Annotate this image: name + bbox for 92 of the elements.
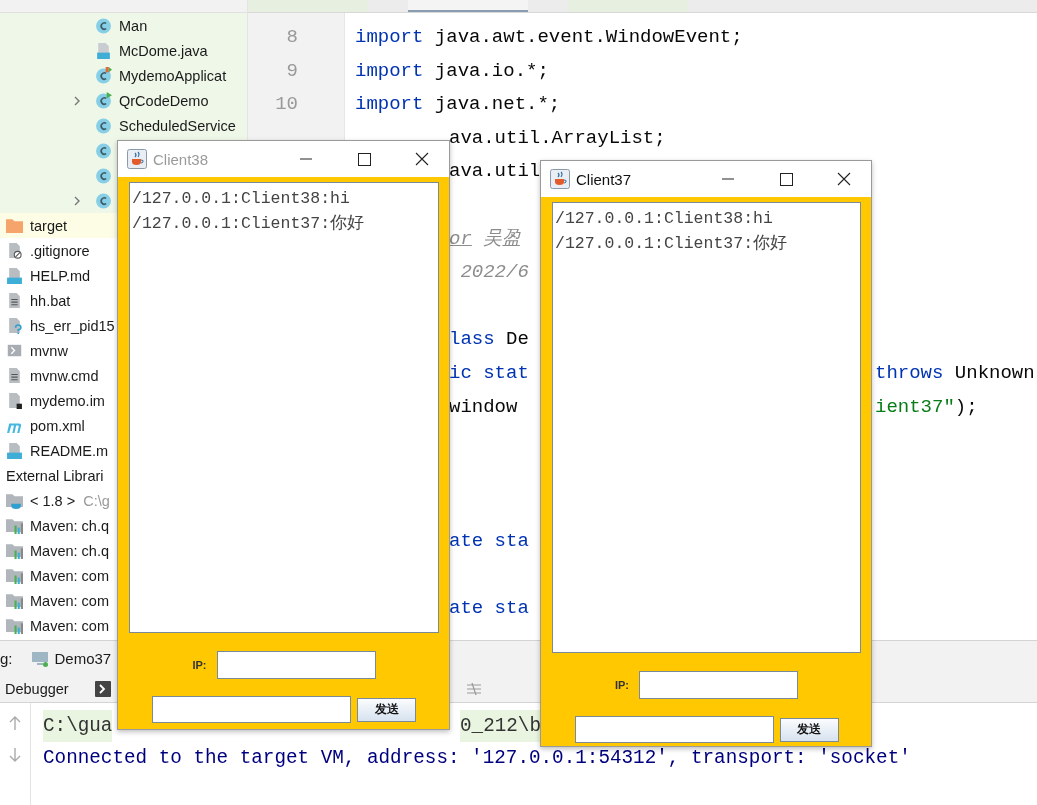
message-line: /127.0.0.1:Client37:你好 — [132, 213, 366, 235]
code-line: ic stat — [449, 360, 529, 386]
settings-lines-icon[interactable] — [465, 681, 482, 697]
library-icon — [6, 517, 23, 534]
editor-tab[interactable] — [408, 0, 528, 12]
code-line: import java.awt.event.WindowEvent; — [355, 25, 743, 50]
text-file-icon — [6, 292, 23, 309]
tool-tab[interactable]: Debugger — [0, 681, 69, 697]
coffee-cup-icon — [550, 169, 570, 189]
code-line: ate sta — [449, 596, 529, 622]
code-line: ava.util — [449, 159, 541, 185]
code-line: 2022/6 — [459, 260, 529, 286]
tree-item[interactable]: Maven: com — [0, 613, 112, 638]
iml-file-icon — [6, 392, 23, 409]
library-icon — [6, 617, 23, 634]
folder-icon — [6, 217, 23, 234]
library-icon — [6, 592, 23, 609]
down-arrow-icon[interactable] — [9, 747, 21, 763]
tree-item[interactable]: MydemoApplicat — [0, 63, 230, 88]
class-icon — [95, 67, 112, 84]
tree-item[interactable]: McDome.java — [0, 38, 211, 63]
window-title: Client37 — [576, 170, 632, 188]
code-line: ate sta — [449, 528, 529, 554]
ip-field[interactable] — [639, 671, 799, 699]
text-file-icon — [6, 367, 23, 384]
chevron-icon[interactable] — [72, 195, 82, 206]
code-line: import java.io.*; — [355, 58, 549, 84]
tree-item[interactable]: hs_err_pid15 — [0, 313, 118, 338]
ignore-file-icon — [6, 242, 23, 259]
send-button[interactable]: 发送 — [779, 717, 839, 742]
monitor-icon — [30, 650, 49, 667]
code-line: lass De — [449, 327, 529, 353]
tree-item[interactable]: Maven: com — [0, 563, 112, 588]
message-area[interactable]: /127.0.0.1:Client38:hi /127.0.0.1:Client37:你好 — [129, 182, 439, 633]
message-line: /127.0.0.1:Client37:你好 — [555, 233, 789, 255]
md-file-icon — [6, 267, 23, 284]
class-icon — [95, 17, 112, 34]
class-icon — [95, 117, 112, 134]
line-number: 9 — [285, 58, 299, 84]
class-icon — [95, 142, 112, 159]
class-icon — [95, 192, 112, 209]
tree-item[interactable]: mvnw — [0, 338, 71, 363]
tree-item[interactable]: Man — [0, 13, 151, 38]
tree-item[interactable]: Maven: com — [0, 588, 112, 613]
chevron-icon[interactable] — [72, 95, 82, 106]
tree-item[interactable]: External Librari — [0, 463, 107, 488]
session-tab[interactable]: Demo37 — [54, 650, 112, 667]
line-number: 8 — [285, 25, 299, 50]
tree-item[interactable]: Maven: ch.q — [0, 538, 112, 563]
tree-item[interactable]: hh.bat — [0, 288, 74, 313]
up-arrow-icon[interactable] — [9, 715, 21, 731]
class-icon — [95, 167, 112, 184]
library-icon — [6, 542, 23, 559]
tree-item[interactable]: ScheduledService — [0, 113, 239, 138]
unknown-file-icon — [6, 317, 23, 334]
message-field[interactable] — [574, 716, 774, 743]
console-icon[interactable] — [94, 681, 111, 697]
tree-item[interactable]: HELP.md — [0, 263, 94, 288]
java-file-icon — [95, 42, 112, 59]
code-line: or 吴盈 — [449, 226, 522, 252]
coffee-cup-icon — [127, 149, 147, 169]
ip-label: IP: — [614, 679, 630, 691]
tree-item[interactable]: README.m — [0, 438, 112, 463]
md-file-icon — [6, 442, 23, 459]
window-title: Client38 — [153, 150, 209, 168]
code-line: import java.net.*; — [355, 92, 561, 118]
line-number: 10 — [274, 92, 299, 118]
tree-item[interactable]: .gitignore — [0, 238, 93, 263]
ip-label: IP: — [192, 659, 207, 671]
message-area[interactable]: /127.0.0.1:Client38:hi /127.0.0.1:Client37:你好 — [552, 202, 861, 653]
debug-label: g: — [0, 650, 13, 667]
code-line: throws Unknown — [875, 360, 1035, 386]
code-line: ava.util.ArrayList; — [449, 125, 666, 151]
console-line: Connected to the target VM, address: '127.0.0.1:54312', transport: 'socket' — [43, 747, 911, 769]
tree-item[interactable]: QrCodeDemo — [0, 88, 212, 113]
library-icon — [6, 567, 23, 584]
class-icon — [95, 92, 112, 109]
tree-item[interactable]: mvnw.cmd — [0, 363, 102, 388]
script-file-icon — [6, 342, 23, 359]
code-line: ient37"); — [875, 394, 978, 420]
tree-item[interactable]: < 1.8 > C:\g — [0, 488, 113, 513]
library-path: C:\g — [83, 492, 110, 509]
jdk-folder-icon — [6, 492, 23, 509]
tree-item[interactable]: pom.xml — [0, 413, 88, 438]
message-line: /127.0.0.1:Client38:hi — [132, 188, 351, 210]
ip-field[interactable] — [216, 651, 376, 679]
message-field[interactable] — [152, 696, 351, 723]
code-line: window — [449, 394, 518, 420]
tree-item[interactable]: mydemo.im — [0, 388, 108, 413]
send-button[interactable]: 发送 — [357, 697, 416, 722]
message-line: /127.0.0.1:Client38:hi — [555, 208, 774, 230]
tree-item[interactable]: Maven: ch.q — [0, 513, 112, 538]
